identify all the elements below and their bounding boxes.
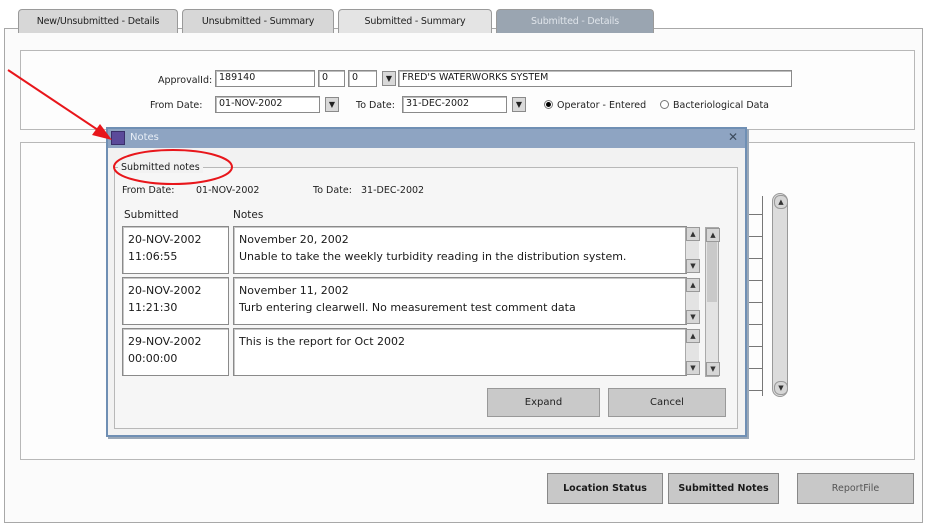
annotation-circle (113, 149, 233, 185)
annotation-arrowhead-icon (92, 124, 112, 140)
annotation-arrow-line (7, 69, 105, 135)
annotation-overlay (7, 69, 233, 185)
